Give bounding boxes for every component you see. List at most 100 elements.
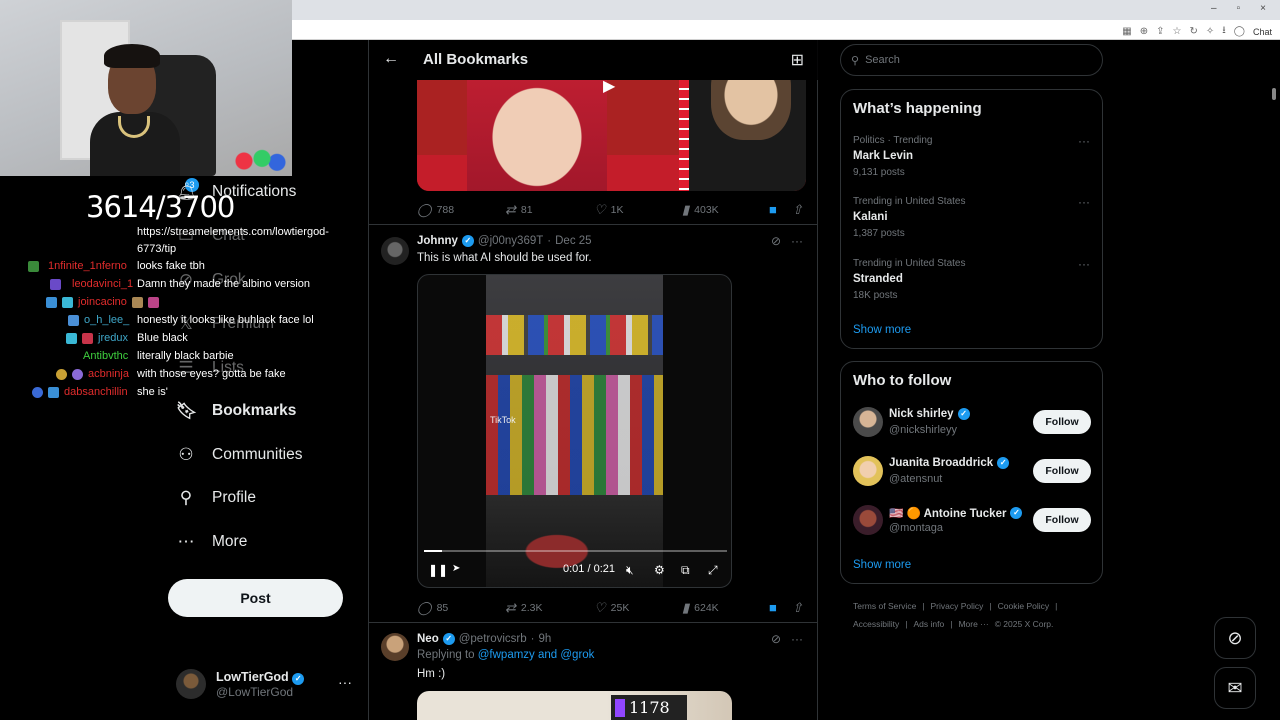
post-button[interactable]: Post [168,579,343,617]
bookmark-button[interactable]: ■ [769,600,777,615]
video-player[interactable]: TikTok ❚❚ ➤ 0:01 / 0:21 🔇︎ ⚙ ⧉ ⤢ [417,274,732,588]
downloads-icon[interactable]: ⭳ [1222,23,1226,40]
tweet-avatar[interactable] [381,237,409,265]
tweet-more-icon[interactable]: ··· [791,234,803,248]
tweet-avatar[interactable] [381,633,409,661]
account-avatar [176,669,206,699]
tweet-author[interactable]: Johnny ✓ @j00ny369T · Dec 25 [417,235,592,247]
chat-emote-icon [131,296,143,308]
tweet-actions: ◯ 788 ⇄ 81 ♡ 1K ▮ 403K ■ ⇧ [417,200,806,218]
footer-cookie-link[interactable]: Cookie Policy [998,601,1050,611]
repost-button[interactable]: ⇄ 2.3K [505,600,543,616]
video-progress-bar[interactable] [424,550,727,552]
chat-user: leodavinci_1 [72,278,134,290]
footer-privacy-link[interactable]: Privacy Policy [931,601,984,611]
fullscreen-icon[interactable]: ⤢ [708,563,718,578]
trend-count: 9,131 posts [853,167,905,178]
bookmark-button[interactable]: ■ [769,202,777,217]
trend-more-icon[interactable]: ··· [1078,257,1090,271]
extension-icon[interactable]: ▦ [1122,26,1131,37]
user-name-row[interactable]: 🇺🇸 🟠 Antoine Tucker ✓ [889,506,1023,520]
follow-button[interactable]: Follow [1033,508,1091,532]
user-avatar[interactable] [853,407,883,437]
picture-in-picture-icon[interactable]: ⧉ [681,563,690,578]
user-avatar[interactable] [853,456,883,486]
account-menu-icon[interactable]: ··· [338,674,352,690]
repost-button[interactable]: ⇄ 81 [505,202,533,218]
grok-button[interactable]: ⊘ [1214,617,1256,659]
pause-icon[interactable]: ❚❚ [428,563,448,577]
chat-emote-icon [147,296,159,308]
user-name-row[interactable]: Nick shirley ✓ [889,408,970,420]
account-switcher[interactable]: LowTierGod ✓ @LowTierGod ··· [176,666,356,702]
bookmark-folder-add-icon[interactable]: ⊞ [791,50,804,70]
zoom-icon[interactable]: ⊕ [1140,26,1148,37]
trend-name[interactable]: Mark Levin [853,150,913,162]
profile-icon[interactable]: ◯ [1234,26,1245,37]
footer-links-row: Terms of Service | Privacy Policy | Cookie… [853,601,1103,611]
trends-show-more-link[interactable]: Show more [853,324,911,336]
nav-bookmarks[interactable]: 🔖︎ Bookmarks [176,396,296,426]
tweet-media-image[interactable]: ▶ [417,80,806,191]
nav-profile[interactable]: ⚲ Profile [176,483,256,513]
user-name: Juanita Broaddrick [889,457,994,469]
footer-ads-link[interactable]: Ads info [914,619,945,629]
puzzle-icon[interactable]: ✧ [1206,26,1214,37]
panel-title: What’s happening [853,100,982,117]
cursor-icon: ➤ [452,563,461,574]
search-input[interactable]: ⚲ Search [840,44,1103,76]
tweet-date: Dec 25 [555,235,592,247]
repost-icon: ⇄ [505,600,516,615]
reply-button[interactable]: ◯ 788 [417,202,454,218]
grok-explain-icon[interactable]: ⊘ [771,234,781,248]
mute-icon[interactable]: 🔇︎ [626,563,634,578]
sync-icon[interactable]: ↻ [1190,26,1198,37]
verified-icon: ✓ [997,457,1010,469]
share-button[interactable]: ⇧ [792,600,803,616]
share-button[interactable]: ⇧ [792,202,803,218]
user-name: Nick shirley [889,408,954,420]
window-close-button[interactable]: × [1260,3,1266,14]
bookmark-star-icon[interactable]: ☆ [1173,26,1182,37]
streamer-webcam [0,0,292,176]
footer-accessibility-link[interactable]: Accessibility [853,619,899,629]
follow-button[interactable]: Follow [1033,459,1091,483]
replying-to-users[interactable]: @fwpamzy and @grok [478,649,595,661]
tweet-more-icon[interactable]: ··· [791,632,803,646]
footer-terms-link[interactable]: Terms of Service [853,601,916,611]
nav-more[interactable]: ⋯ More [176,527,248,557]
trend-more-icon[interactable]: ··· [1078,195,1090,209]
footer-more-link[interactable]: More ··· [958,619,988,629]
copilot-chat-button[interactable]: Chat [1253,27,1272,37]
user-name-row[interactable]: Juanita Broaddrick ✓ [889,457,1010,469]
back-arrow-icon[interactable]: ← [383,50,399,68]
grok-explain-icon[interactable]: ⊘ [771,632,781,646]
tweet-divider [369,224,818,225]
chat-message: Antibvthc literally black barbie [83,348,234,364]
like-button[interactable]: ♡ 1K [594,202,624,218]
chat-message: jredux Blue black [66,330,188,346]
trend-name[interactable]: Kalani [853,211,888,223]
tweet-media-image[interactable]: 1178 [417,691,732,720]
views-button[interactable]: ▮ 403K [682,202,719,218]
window-minimize-button[interactable]: – [1211,3,1217,14]
window-restore-button[interactable]: ▫ [1237,3,1241,14]
tweet-author[interactable]: Neo ✓ @petrovicsrb · 9h [417,633,551,645]
share-icon[interactable]: ⇪ [1156,26,1164,37]
follow-show-more-link[interactable]: Show more [853,559,911,571]
tweet-text: This is what AI should be used for. [417,252,592,264]
play-icon: ▶ [603,80,616,95]
user-avatar[interactable] [853,505,883,535]
nav-communities-label: Communities [212,446,303,463]
nav-communities[interactable]: ⚇ Communities [176,440,302,470]
trend-more-icon[interactable]: ··· [1078,134,1090,148]
trend-name[interactable]: Stranded [853,273,903,285]
follow-button[interactable]: Follow [1033,410,1091,434]
page-scrollbar[interactable] [1272,88,1276,100]
reply-button[interactable]: ◯ 85 [417,600,448,616]
messages-button[interactable]: ✉ [1214,667,1256,709]
like-button[interactable]: ♡ 25K [594,600,629,616]
views-button[interactable]: ▮ 624K [682,600,719,616]
search-icon: ⚲ [851,54,860,67]
settings-gear-icon[interactable]: ⚙ [654,563,665,577]
